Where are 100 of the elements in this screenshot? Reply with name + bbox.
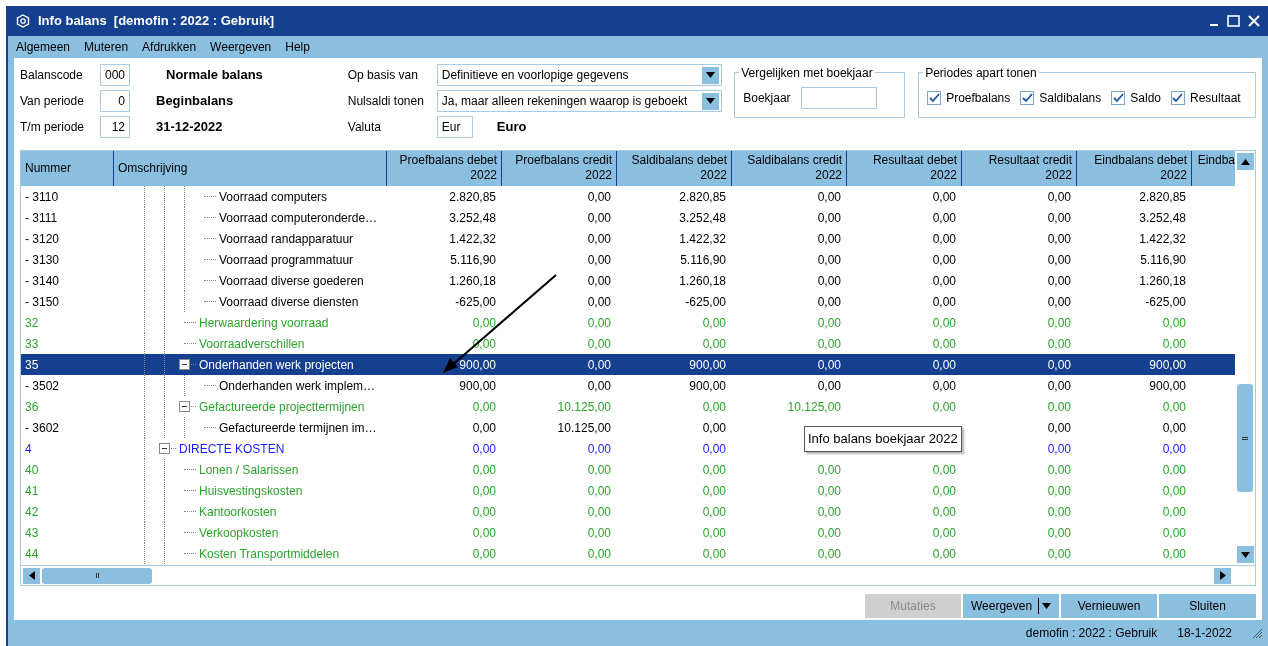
table-row[interactable]: 35 Onderhanden werk projecten 900,00 0,00 900,00 0,00 0,00 0,00 900,00: [21, 354, 1236, 375]
menu-item[interactable]: Help: [285, 38, 310, 56]
table-cell-text: 0,00: [586, 377, 612, 395]
column-header[interactable]: Resultaat credit 2022: [962, 151, 1077, 186]
checkbox-label: Saldibalans: [1039, 90, 1102, 107]
input-field[interactable]: [800, 87, 877, 109]
table-cell-text: Voorraad randapparatuur: [219, 231, 354, 248]
button[interactable]: Sluiten: [1159, 594, 1256, 618]
checkbox[interactable]: [927, 91, 942, 105]
table-cell-text: 0,00: [471, 503, 497, 521]
table-cell-text: 10.125,00: [786, 398, 842, 416]
table-row[interactable]: - 3111 Voorraad computeronderde… 3.252,48 0,00 3.252,48 0,00 0,00 0,00 3.252,48: [21, 207, 1236, 228]
menu-item[interactable]: Weergeven: [210, 38, 272, 56]
table-cell-text: 0,00: [931, 314, 957, 332]
table-cell-text: 0,00: [931, 482, 957, 500]
column-header[interactable]: Proefbalans debet 2022: [387, 151, 502, 186]
table-cell-text: 0,00: [586, 482, 612, 500]
table-row[interactable]: - 3140 Voorraad diverse goederen 1.260,18 0,00 1.260,18 0,00 0,00 0,00 1.260,18: [21, 270, 1236, 291]
input-field[interactable]: 000: [100, 64, 130, 86]
column-header[interactable]: Saldibalans credit 2022: [732, 151, 847, 186]
field-description: Beginbalans: [156, 92, 234, 111]
table-cell-text: 0,00: [1046, 251, 1072, 269]
button[interactable]: Vernieuwen: [1061, 594, 1157, 618]
table-cell-text: 0,00: [816, 272, 842, 290]
maximize-icon[interactable]: [1227, 15, 1240, 27]
table-cell-text: 0,00: [816, 335, 842, 353]
scrollbar-thumb[interactable]: [1237, 384, 1254, 492]
input-field[interactable]: Eur: [436, 116, 473, 138]
split-button[interactable]: Weergeven: [963, 594, 1059, 618]
table-cell-text: 0,00: [701, 503, 727, 521]
table-cell-text: 0,00: [931, 251, 957, 269]
close-icon[interactable]: [1248, 15, 1260, 27]
scrollbar-thumb[interactable]: [42, 567, 152, 584]
table-cell-text: 0,00: [586, 335, 612, 353]
collapse-icon[interactable]: [179, 359, 190, 370]
table-cell-text: 0,00: [1161, 524, 1187, 542]
table-row[interactable]: - 3110 Voorraad computers 2.820,85 0,00 2.820,85 0,00 0,00 0,00 2.820,85: [21, 186, 1236, 207]
table-cell-text: 0,00: [471, 524, 497, 542]
table-cell-text: 0,00: [1161, 419, 1187, 437]
resize-grip-icon[interactable]: [1252, 628, 1262, 638]
dropdown[interactable]: Ja, maar alleen rekeningen waarop is geboekt: [436, 90, 722, 112]
column-header[interactable]: Saldibalans debet 2022: [617, 151, 732, 186]
dropdown[interactable]: Definitieve en voorlopige gegevens: [436, 64, 722, 86]
table-cell-text: 33: [24, 335, 40, 353]
table-cell-text: 0,00: [931, 461, 957, 479]
menu-item[interactable]: Muteren: [84, 38, 129, 56]
collapse-icon[interactable]: [159, 443, 170, 454]
table-cell-text: - 3120: [24, 230, 61, 248]
table-cell-text: 2.820,85: [448, 188, 497, 206]
field-label: Nulsaldi tonen: [347, 93, 425, 110]
tooltip: Info balans boekjaar 2022: [804, 426, 962, 452]
table-cell-text: 0,00: [931, 503, 957, 521]
checkbox[interactable]: [1020, 91, 1035, 105]
table-cell-text: 0,00: [931, 524, 957, 542]
column-header[interactable]: Eindba: [1192, 151, 1236, 186]
column-header[interactable]: Omschrijving: [114, 151, 387, 186]
table-cell-text: 0,00: [816, 314, 842, 332]
column-header[interactable]: Nummer: [21, 151, 114, 186]
table-cell-text: 0,00: [1046, 335, 1072, 353]
input-field[interactable]: 0: [100, 90, 130, 112]
field-label: Op basis van: [347, 67, 419, 84]
table-cell-text: 0,00: [586, 209, 612, 227]
collapse-icon[interactable]: [179, 401, 190, 412]
table-cell-text: 0,00: [1046, 230, 1072, 248]
table-cell-text: 0,00: [1161, 314, 1187, 332]
scroll-up-icon[interactable]: [1236, 153, 1254, 170]
table-cell-text: 0,00: [1161, 335, 1187, 353]
input-field[interactable]: 12: [100, 116, 130, 138]
table-row[interactable]: - 3150 Voorraad diverse diensten -625,00 0,00 -625,00 0,00 0,00 0,00 -625,00: [21, 291, 1236, 312]
menu-item[interactable]: Algemeen: [16, 38, 71, 56]
column-header[interactable]: Proefbalans credit 2022: [502, 151, 617, 186]
scroll-left-icon[interactable]: [23, 567, 40, 584]
table-cell-text: 43: [24, 524, 40, 542]
field-description: Euro: [496, 118, 527, 137]
table-cell-text: 1.422,32: [678, 230, 727, 248]
table-cell-text: Onderhanden werk projecten: [199, 357, 354, 374]
table-cell-text: 0,00: [471, 398, 497, 416]
table-row[interactable]: - 3120 Voorraad randapparatuur 1.422,32 0,00 1.422,32 0,00 0,00 0,00 1.422,32: [21, 228, 1236, 249]
table-cell-text: 0,00: [1161, 482, 1187, 500]
table-cell-text: 1.260,18: [1138, 272, 1187, 290]
table-row[interactable]: - 3130 Voorraad programmatuur 5.116,90 0,00 5.116,90 0,00 0,00 0,00 5.116,90: [21, 249, 1236, 270]
table-cell-text: 2.820,85: [678, 188, 727, 206]
checkbox[interactable]: [1111, 91, 1126, 105]
table-cell-text: 41: [24, 482, 40, 500]
menu-item[interactable]: Afdrukken: [142, 38, 197, 56]
table-cell-text: 0,00: [1046, 419, 1072, 437]
column-header[interactable]: Resultaat debet 2022: [847, 151, 962, 186]
column-header[interactable]: Eindbalans debet 2022: [1077, 151, 1192, 186]
checkbox[interactable]: [1171, 91, 1185, 105]
table-cell-text: DIRECTE KOSTEN: [179, 441, 285, 458]
scroll-right-icon[interactable]: [1214, 567, 1231, 584]
table-cell-text: 2.820,85: [1138, 188, 1187, 206]
scroll-down-icon[interactable]: [1236, 546, 1254, 563]
table-cell-text: 0,00: [816, 545, 842, 563]
table-row[interactable]: - 3502 Onderhanden werk implem… 900,00 0,00 900,00 0,00 0,00 0,00 900,00: [21, 375, 1236, 396]
table-cell-text: 0,00: [701, 461, 727, 479]
table-cell-text: 0,00: [1046, 482, 1072, 500]
table-cell-text: Lonen / Salarissen: [199, 462, 299, 479]
table-cell-text: Voorraad diverse diensten: [219, 294, 359, 311]
table-cell-text: 36: [24, 398, 40, 416]
